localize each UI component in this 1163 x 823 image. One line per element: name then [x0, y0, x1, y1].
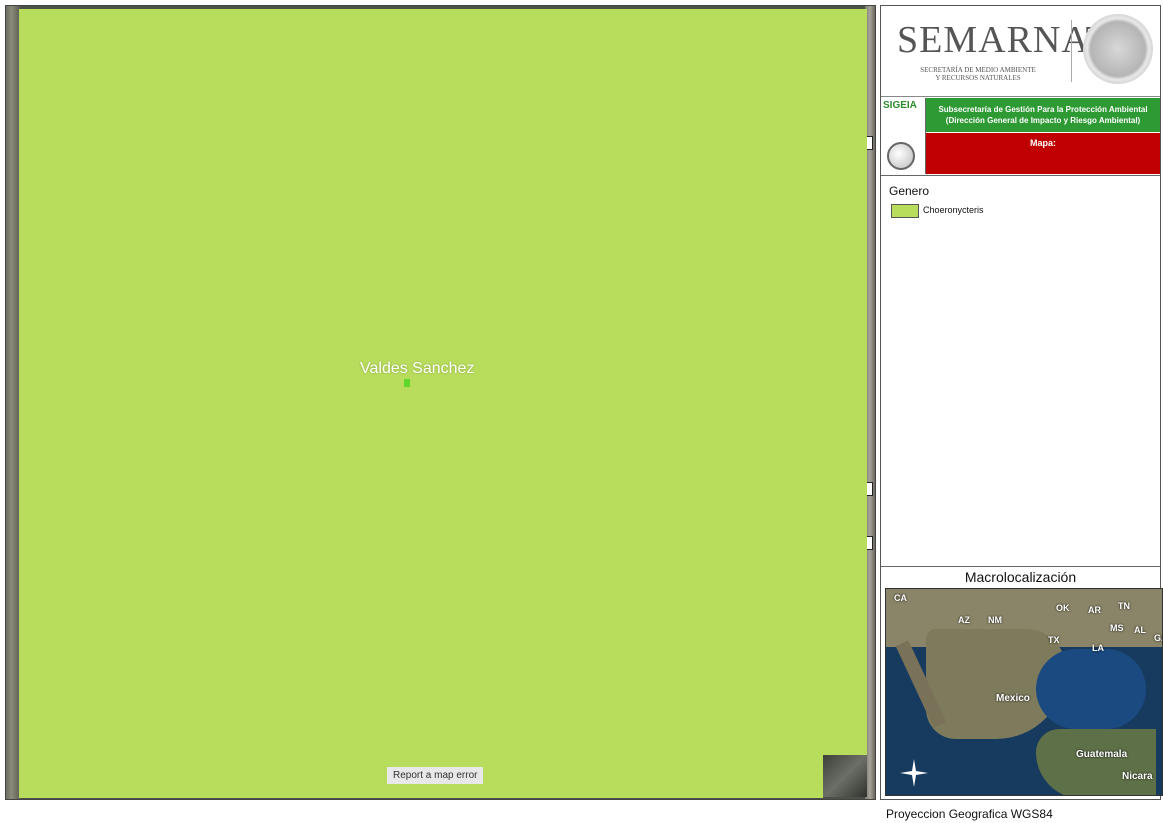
map-label-ar: AR [1088, 605, 1101, 615]
subsecretaria-line1: Subsecretaría de Gestión Para la Protecc… [938, 105, 1148, 114]
map-label-guatemala: Guatemala [1076, 749, 1128, 760]
legend-item-label: Choeronycteris [923, 205, 984, 215]
satellite-imagery-left-edge [6, 6, 20, 799]
central-america-landmass [1036, 729, 1156, 795]
legend-title: Genero [889, 184, 930, 198]
main-map[interactable]: Valdes Sanchez Report a map error [5, 5, 876, 800]
report-map-error-button[interactable]: Report a map error [387, 767, 484, 784]
org-subtitle: SECRETARÍA DE MEDIO AMBIENTE Y RECURSOS … [903, 66, 1053, 82]
map-label-nm: NM [988, 615, 1002, 625]
legend: Genero Choeronycteris [881, 175, 1160, 566]
subsecretaria-line2: (Dirección General de Impacto y Riesgo A… [945, 116, 1141, 125]
imagery-thumbnail[interactable] [823, 755, 867, 797]
org-subtitle-line1: SECRETARÍA DE MEDIO AMBIENTE [920, 66, 1036, 74]
header-logo-area: SEMARNAT SECRETARÍA DE MEDIO AMBIENTE Y … [881, 6, 1160, 97]
map-label-al: AL [1134, 625, 1146, 635]
globe-icon [887, 142, 915, 170]
map-label-la: LA [1092, 643, 1104, 653]
side-panel: SEMARNAT SECRETARÍA DE MEDIO AMBIENTE Y … [880, 5, 1163, 800]
species-distribution-polygon[interactable] [19, 9, 867, 759]
macrolocation-map[interactable]: CA AZ NM OK AR TN TX MS AL GA LA Mexico … [885, 588, 1163, 796]
org-logo-text: SEMARNAT [897, 19, 1110, 61]
map-label-nicaragua: Nicara [1122, 771, 1153, 782]
map-label-ga: GA [1154, 633, 1162, 643]
compass-star-icon [900, 759, 928, 787]
macrolocation-title: Macrolocalización [881, 566, 1160, 585]
logo-divider [1071, 20, 1072, 82]
place-label: Valdes Sanchez [360, 360, 475, 377]
subsecretaria-banner: Subsecretaría de Gestión Para la Protecc… [926, 98, 1160, 132]
map-label-tx: TX [1048, 635, 1060, 645]
org-subtitle-line2: Y RECURSOS NATURALES [935, 74, 1021, 82]
map-label-ca: CA [894, 593, 907, 603]
map-label-tn: TN [1118, 601, 1130, 611]
map-title-banner: Mapa: [926, 133, 1160, 174]
map-title-label: Mapa: [1029, 138, 1056, 148]
map-label-az: AZ [958, 615, 970, 625]
location-marker-icon[interactable] [404, 379, 410, 387]
map-label-mexico: Mexico [996, 693, 1030, 704]
gulf-of-mexico [1036, 649, 1146, 729]
map-label-ms: MS [1110, 623, 1124, 633]
system-name: SIGEIA [883, 100, 917, 111]
legend-swatch [891, 204, 919, 218]
map-label-ok: OK [1056, 603, 1070, 613]
sigeia-logo: SIGEIA [881, 98, 926, 174]
national-seal-icon [1083, 14, 1153, 84]
projection-label: Proyeccion Geografica WGS84 [886, 807, 1053, 821]
